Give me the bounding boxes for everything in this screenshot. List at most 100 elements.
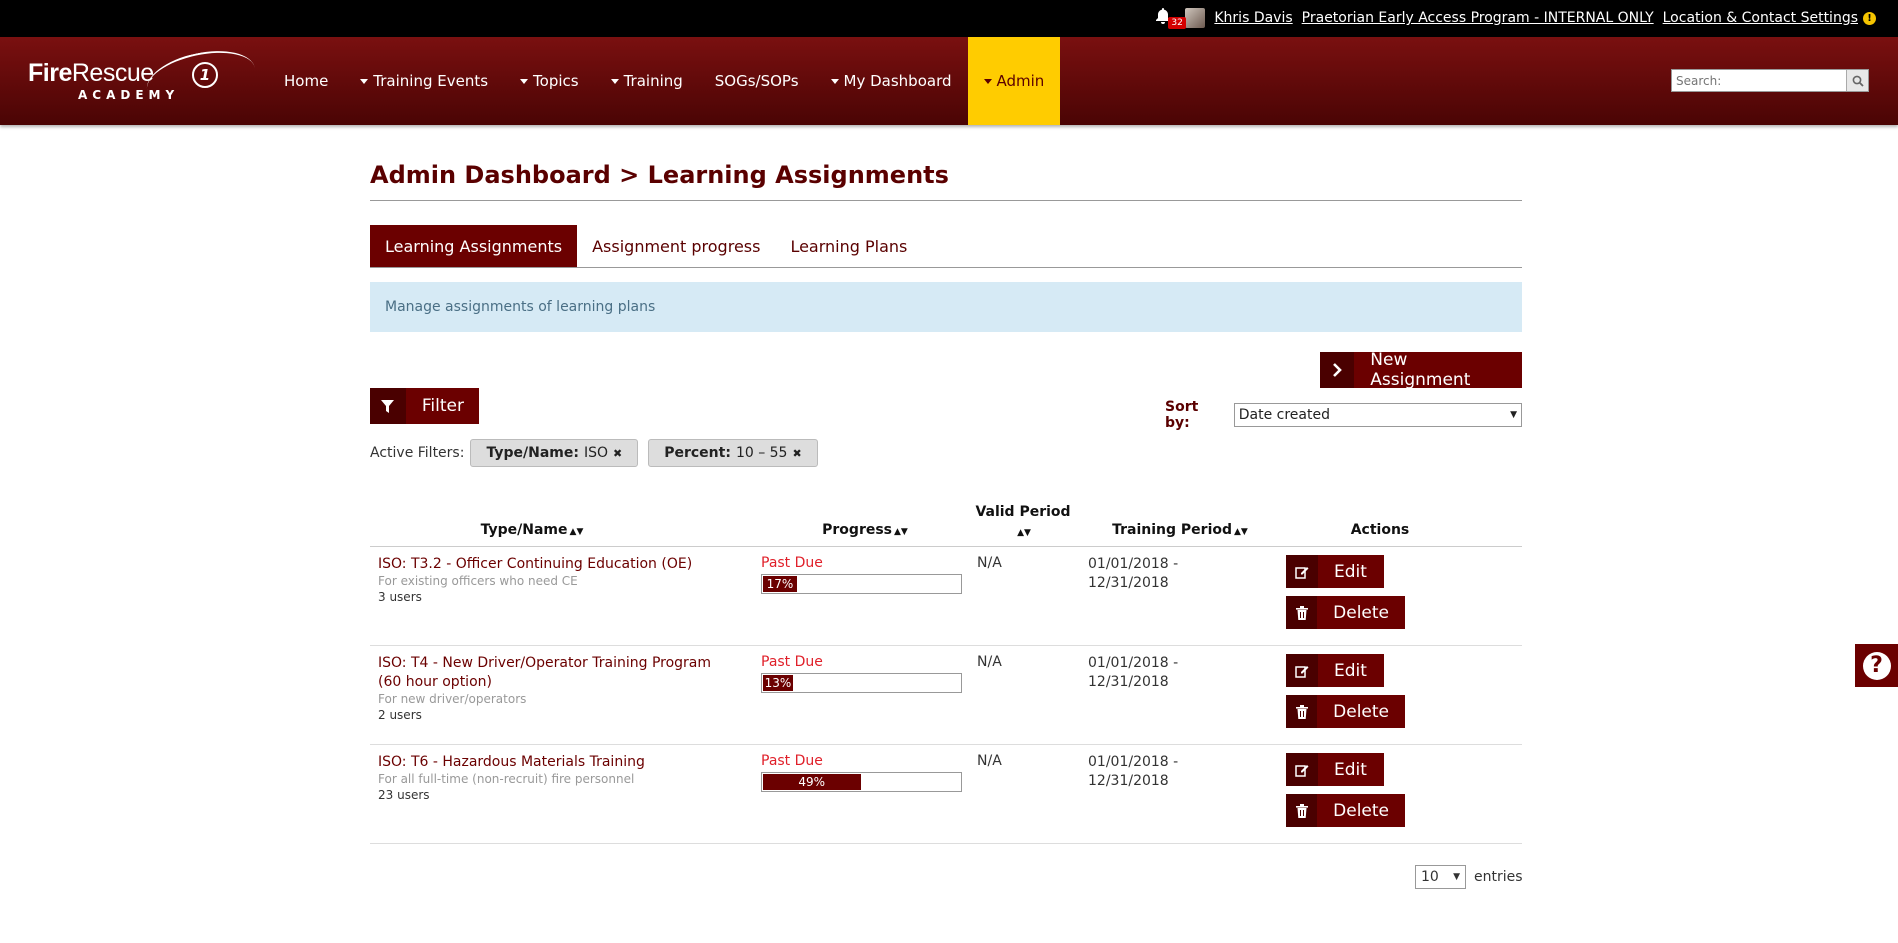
remove-filter-icon[interactable]: ✖ <box>613 447 622 460</box>
info-banner: Manage assignments of learning plans <box>370 282 1522 332</box>
progress-cell: Past Due 49% <box>761 753 962 792</box>
progress-bar: 17% <box>761 574 962 594</box>
nav-item-sogs-sops[interactable]: SOGs/SOPs <box>699 37 815 125</box>
bell-icon[interactable]: 32 <box>1156 8 1186 29</box>
location-settings-link[interactable]: Location & Contact Settings <box>1663 10 1858 26</box>
assignment-user-count: 2 users <box>378 708 422 722</box>
filter-chip[interactable]: Type/Name: ISO ✖ <box>470 439 639 467</box>
remove-filter-icon[interactable]: ✖ <box>792 447 801 460</box>
tab-assignment-progress[interactable]: Assignment progress <box>577 225 775 267</box>
assignments-table: Type/Name ▲▼ Progress ▲▼ Valid Period ▲▼ Tr… <box>370 497 1522 844</box>
avatar[interactable] <box>1185 8 1206 28</box>
edit-button[interactable]: Edit <box>1286 555 1384 588</box>
search-box <box>1671 69 1869 92</box>
actions-cell: Edit Delete <box>1286 555 1405 629</box>
period-start: 01/01/2018 - <box>1088 754 1179 770</box>
nav-menu: Home Training Events Topics Training SOGs/SO… <box>268 37 1061 125</box>
delete-label: Delete <box>1333 800 1389 821</box>
assignment-title-link[interactable]: ISO: T3.2 - Officer Continuing Education… <box>378 555 738 574</box>
assignment-description: For all full-time (non-recruit) fire per… <box>378 772 635 786</box>
status-text: Past Due <box>761 555 823 571</box>
period-start: 01/01/2018 - <box>1088 655 1179 671</box>
type-name-cell: ISO: T6 - Hazardous Materials Training Fo… <box>378 753 738 803</box>
delete-button[interactable]: Delete <box>1286 695 1405 728</box>
nav-item-label: Training <box>623 72 683 90</box>
progress-bar: 49% <box>761 772 962 792</box>
column-header-training-period[interactable]: Training Period ▲▼ <box>1100 522 1260 538</box>
search-icon <box>1852 75 1864 87</box>
actions-cell: Edit Delete <box>1286 753 1405 827</box>
tab-learning-plans[interactable]: Learning Plans <box>775 225 922 267</box>
user-name-link[interactable]: Khris Davis <box>1214 10 1292 26</box>
status-text: Past Due <box>761 753 823 769</box>
sort-icon: ▲▼ <box>1234 527 1248 537</box>
nav-item-training-events[interactable]: Training Events <box>344 37 504 125</box>
nav-item-training[interactable]: Training <box>595 37 699 125</box>
column-header-progress[interactable]: Progress ▲▼ <box>815 522 915 538</box>
search-input[interactable] <box>1672 70 1846 91</box>
progress-fill: 17% <box>763 576 797 592</box>
firerescue1-academy-logo[interactable]: FireRescue 1 ACADEMY <box>28 42 261 116</box>
assignment-title-link[interactable]: ISO: T4 - New Driver/Operator Training P… <box>378 654 738 692</box>
delete-label: Delete <box>1333 701 1389 722</box>
status-text: Past Due <box>761 654 823 670</box>
tab-learning-assignments[interactable]: Learning Assignments <box>370 225 578 267</box>
column-header-actions: Actions <box>1350 522 1410 538</box>
logo-number-ring: 1 <box>192 62 218 88</box>
valid-period-cell: N/A <box>977 753 1002 769</box>
delete-button[interactable]: Delete <box>1286 794 1405 827</box>
page-size-select[interactable]: 10 ▼ <box>1415 865 1466 889</box>
training-period-cell: 01/01/2018 - 12/31/2018 <box>1088 753 1178 791</box>
nav-item-my-dashboard[interactable]: My Dashboard <box>815 37 968 125</box>
training-period-cell: 01/01/2018 - 12/31/2018 <box>1088 555 1178 593</box>
progress-bar: 13% <box>761 673 962 693</box>
assignment-title-link[interactable]: ISO: T6 - Hazardous Materials Training <box>378 753 738 772</box>
tab-bar: Learning Assignments Assignment progress L… <box>370 225 922 267</box>
delete-button[interactable]: Delete <box>1286 596 1405 629</box>
nav-item-label: Topics <box>533 72 579 90</box>
valid-period-cell: N/A <box>977 654 1002 670</box>
edit-label: Edit <box>1334 759 1367 780</box>
sort-icon: ▲▼ <box>569 527 584 537</box>
nav-item-label: Home <box>284 72 329 90</box>
filter-chip-key: Type/Name: <box>486 445 579 461</box>
nav-item-home[interactable]: Home <box>268 37 344 125</box>
filter-chip-value: 10 – 55 <box>735 445 788 461</box>
new-assignment-button[interactable]: New Assignment <box>1320 350 1522 390</box>
entries-label: entries <box>1474 869 1523 885</box>
table-row: ISO: T3.2 - Officer Continuing Education… <box>370 547 1522 646</box>
filter-label: Filter <box>421 396 464 416</box>
delete-label: Delete <box>1333 602 1389 623</box>
table-row: ISO: T4 - New Driver/Operator Training P… <box>370 646 1522 745</box>
sort-select-value: Date created <box>1238 407 1330 423</box>
search-button[interactable] <box>1846 70 1868 91</box>
help-button[interactable]: ? <box>1855 644 1898 687</box>
column-header-valid-period[interactable]: Valid Period ▲▼ <box>973 503 1073 543</box>
program-link[interactable]: Praetorian Early Access Program - INTERN… <box>1302 10 1654 26</box>
assignment-description: For new driver/operators <box>378 692 527 706</box>
caret-down-icon <box>520 78 529 84</box>
warning-icon[interactable]: ! <box>1863 11 1876 25</box>
sort-select[interactable]: Date created ▼ <box>1233 403 1522 427</box>
column-header-type-name[interactable]: Type/Name ▲▼ <box>460 522 604 538</box>
filter-chip[interactable]: Percent: 10 – 55 ✖ <box>648 439 818 467</box>
training-period-cell: 01/01/2018 - 12/31/2018 <box>1088 654 1178 692</box>
edit-icon <box>1286 753 1318 786</box>
filter-icon <box>370 388 406 424</box>
type-name-cell: ISO: T3.2 - Officer Continuing Education… <box>378 555 738 605</box>
logo-wordmark: FireRescue <box>28 59 154 87</box>
table-body: ISO: T3.2 - Officer Continuing Education… <box>370 547 1522 844</box>
edit-button[interactable]: Edit <box>1286 654 1384 687</box>
filter-button[interactable]: Filter <box>370 388 479 424</box>
edit-button[interactable]: Edit <box>1286 753 1384 786</box>
progress-cell: Past Due 13% <box>761 654 962 693</box>
select-arrow-icon: ▼ <box>1510 410 1517 420</box>
nav-item-topics[interactable]: Topics <box>504 37 595 125</box>
sort-control: Sort by: Date created ▼ <box>1165 399 1522 431</box>
select-arrow-icon: ▼ <box>1453 872 1460 882</box>
top-utility-links: 32 Khris Davis Praetorian Early Access P… <box>1156 8 1876 29</box>
nav-item-label: Training Events <box>373 72 489 90</box>
title-divider <box>370 200 1522 201</box>
period-end: 12/31/2018 <box>1088 773 1169 789</box>
nav-item-admin[interactable]: Admin <box>967 37 1061 125</box>
